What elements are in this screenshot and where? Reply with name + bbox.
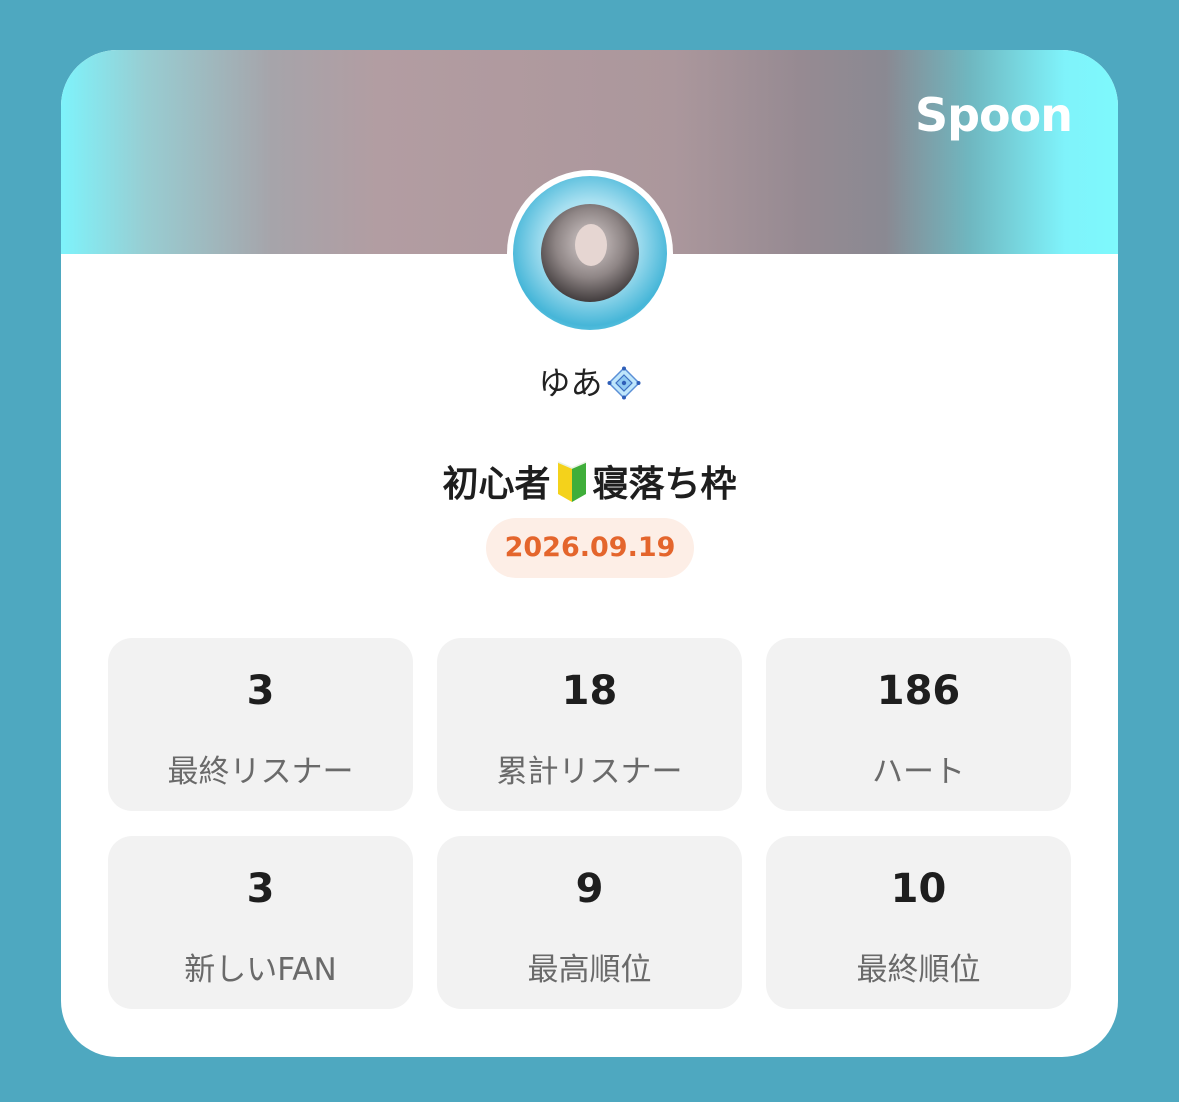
stat-final-listeners: 3 最終リスナー xyxy=(108,638,413,811)
stat-hearts: 186 ハート xyxy=(766,638,1071,811)
beginner-mark-icon xyxy=(557,461,586,502)
stat-value: 3 xyxy=(246,668,275,714)
stats-card: Spoon ゆあ 初心者 寝落ち枠 2026.09.19 3 最終リスナー 18… xyxy=(61,50,1118,1057)
stat-label: 最高順位 xyxy=(527,952,652,988)
stat-label: 累計リスナー xyxy=(496,754,683,790)
stat-label: 新しいFAN xyxy=(184,952,337,988)
date-badge: 2026.09.19 xyxy=(486,518,694,578)
stat-label: 最終リスナー xyxy=(167,754,354,790)
stat-label: 最終順位 xyxy=(856,952,981,988)
broadcast-title: 初心者 寝落ち枠 xyxy=(61,455,1118,507)
stat-label: ハート xyxy=(872,754,965,790)
username-text: ゆあ xyxy=(538,364,603,402)
stat-value: 3 xyxy=(246,866,275,912)
username: ゆあ xyxy=(61,358,1118,404)
stat-value: 9 xyxy=(575,866,604,912)
title-text-2: 寝落ち枠 xyxy=(592,464,737,505)
stat-value: 10 xyxy=(890,866,947,912)
stat-new-fans: 3 新しいFAN xyxy=(108,836,413,1009)
stat-value: 186 xyxy=(876,668,961,714)
avatar-image xyxy=(513,176,667,330)
brand-logo: Spoon xyxy=(914,88,1073,142)
stat-highest-rank: 9 最高順位 xyxy=(437,836,742,1009)
title-text-1: 初心者 xyxy=(442,464,551,505)
stat-final-rank: 10 最終順位 xyxy=(766,836,1071,1009)
stat-total-listeners: 18 累計リスナー xyxy=(437,638,742,811)
stat-value: 18 xyxy=(561,668,618,714)
diamond-gem-icon xyxy=(607,366,640,400)
avatar[interactable] xyxy=(507,170,673,336)
